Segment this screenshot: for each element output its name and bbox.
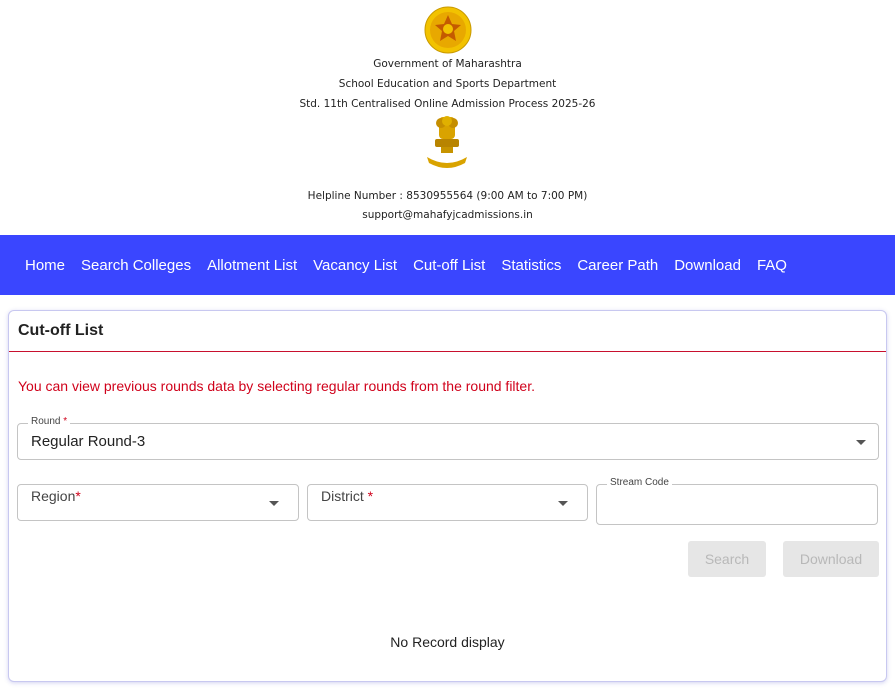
national-emblem-icon [427,116,467,168]
region-label: Region* [31,488,81,504]
header-helpline: Helpline Number : 8530955564 (9:00 AM to… [307,190,588,202]
header-email: support@mahafyjcadmissions.in [362,209,533,221]
main-nav: Home Search Colleges Allotment List Vaca… [0,235,895,295]
search-button[interactable]: Search [688,541,766,577]
district-select[interactable]: District * [307,484,588,521]
chevron-down-icon [856,440,866,445]
nav-item-vacancy-list[interactable]: Vacancy List [313,257,397,274]
header-org: Government of Maharashtra [373,58,522,70]
empty-message: No Record display [390,634,505,650]
header-process: Std. 11th Centralised Online Admission P… [299,98,596,110]
maharashtra-seal-icon [424,6,472,54]
nav-item-download[interactable]: Download [674,257,741,274]
nav-item-allotment-list[interactable]: Allotment List [207,257,297,274]
nav-item-career-path[interactable]: Career Path [577,257,658,274]
chevron-down-icon [269,501,279,506]
round-select[interactable]: Round * Regular Round-3 [17,416,879,460]
nav-item-home[interactable]: Home [25,257,65,274]
region-select[interactable]: Region* [17,484,299,521]
card-title: Cut-off List [18,322,104,339]
site-header: Government of Maharashtra School Educati… [0,0,895,235]
nav-item-faq[interactable]: FAQ [757,257,787,274]
title-divider [9,351,886,352]
stream-code-input[interactable]: Stream Code [596,477,878,525]
nav-item-search-colleges[interactable]: Search Colleges [81,257,191,274]
round-notice: You can view previous rounds data by sel… [18,378,536,394]
nav-item-cutoff-list[interactable]: Cut-off List [413,257,485,274]
round-label: Round * [28,416,71,427]
header-dept: School Education and Sports Department [338,78,557,90]
nav-item-statistics[interactable]: Statistics [501,257,561,274]
round-value: Regular Round-3 [31,433,146,450]
stream-code-label: Stream Code [607,477,672,488]
district-label: District * [321,488,374,504]
chevron-down-icon [558,501,568,506]
download-button[interactable]: Download [783,541,879,577]
cutoff-card: Cut-off List You can view previous round… [8,310,887,682]
